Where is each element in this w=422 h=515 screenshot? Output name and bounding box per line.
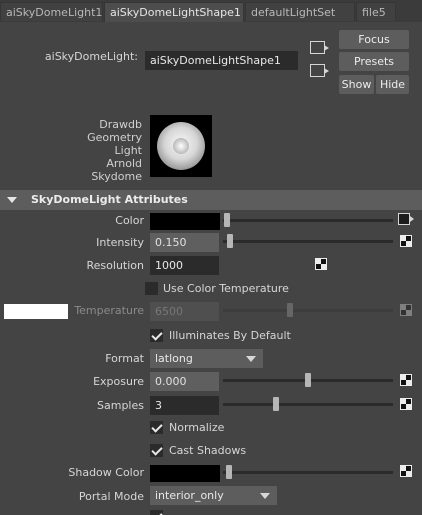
portal-mode-dropdown[interactable]: interior_only	[150, 486, 277, 505]
normalize-label: Normalize	[169, 421, 225, 434]
cast-shadows-checkbox[interactable]	[150, 444, 163, 457]
portal-mode-value: interior_only	[155, 489, 224, 502]
color-slider-handle[interactable]	[224, 213, 230, 227]
color-map-button[interactable]	[398, 213, 414, 225]
illuminates-by-default-checkbox[interactable]	[150, 329, 163, 342]
cast-shadows-label: Cast Shadows	[169, 444, 247, 457]
exposure-label: Exposure	[93, 375, 144, 388]
section-header[interactable]: SkyDomeLight Attributes	[0, 190, 422, 210]
color-swatch[interactable]	[150, 213, 220, 230]
samples-label: Samples	[97, 399, 144, 412]
shadow-color-slider-handle[interactable]	[226, 465, 232, 479]
samples-field[interactable]: 3	[150, 396, 219, 415]
node-name-field[interactable]: aiSkyDomeLightShape1	[145, 51, 298, 70]
exposure-map-button[interactable]	[400, 374, 412, 386]
collapse-arrow-icon	[7, 197, 17, 203]
classification-item: Geometry	[87, 131, 142, 144]
presets-button[interactable]: Presets	[339, 52, 409, 71]
resolution-label: Resolution	[86, 259, 144, 272]
intensity-slider-track[interactable]	[223, 240, 393, 243]
portal-mode-label: Portal Mode	[78, 490, 144, 503]
input-connection-icon[interactable]	[310, 41, 329, 54]
illuminates-by-default-label: Illuminates By Default	[169, 329, 291, 342]
tab-aiskydomelightshape1[interactable]: aiSkyDomeLightShape1	[104, 2, 244, 22]
temperature-field: 6500	[150, 302, 219, 321]
samples-map-button[interactable]	[400, 398, 412, 410]
intensity-field[interactable]: 0.150	[150, 233, 219, 252]
skydome-sphere-icon	[157, 122, 205, 170]
exposure-field[interactable]: 0.000	[150, 372, 219, 391]
node-type-label: aiSkyDomeLight:	[44, 50, 138, 63]
tab-file5[interactable]: file5	[356, 2, 396, 21]
classification-item: Drawdb	[99, 118, 142, 131]
normalize-checkbox[interactable]	[150, 421, 163, 434]
chevron-down-icon	[246, 356, 256, 362]
temperature-map-button	[400, 304, 412, 316]
chevron-down-icon	[260, 493, 270, 499]
focus-button[interactable]: Focus	[339, 30, 409, 49]
shadow-color-map-button[interactable]	[400, 465, 412, 477]
next-checkbox-partial[interactable]	[150, 510, 163, 515]
shadow-color-swatch[interactable]	[150, 465, 220, 482]
color-label: Color	[115, 214, 144, 227]
format-value: latlong	[155, 352, 193, 365]
temperature-slider-handle	[287, 303, 293, 317]
temperature-color-preview	[4, 304, 68, 319]
format-dropdown[interactable]: latlong	[150, 349, 263, 368]
exposure-slider-handle[interactable]	[305, 373, 311, 387]
format-label: Format	[105, 352, 144, 365]
tab-defaultlightset[interactable]: defaultLightSet	[245, 2, 355, 21]
intensity-label: Intensity	[96, 236, 144, 249]
node-swatch	[150, 115, 212, 177]
resolution-map-button[interactable]	[315, 258, 327, 270]
tab-aiskydomelight1[interactable]: aiSkyDomeLight1	[0, 2, 103, 21]
color-slider-track[interactable]	[223, 219, 393, 222]
shadow-color-label: Shadow Color	[68, 466, 144, 479]
section-title: SkyDomeLight Attributes	[31, 193, 188, 206]
use-color-temperature-label: Use Color Temperature	[163, 282, 289, 295]
temperature-slider-track	[223, 309, 393, 312]
shadow-color-slider-track[interactable]	[223, 471, 393, 474]
samples-slider-handle[interactable]	[273, 397, 279, 411]
classification-list: Drawdb Geometry Light Arnold Skydome	[70, 118, 142, 183]
intensity-slider-handle[interactable]	[227, 234, 233, 248]
tab-bar: aiSkyDomeLight1 aiSkyDomeLightShape1 def…	[0, 0, 422, 22]
hide-button[interactable]: Hide	[376, 75, 409, 94]
classification-item: Skydome	[91, 170, 142, 183]
use-color-temperature-checkbox[interactable]	[145, 282, 158, 295]
resolution-field[interactable]: 1000	[150, 256, 219, 275]
intensity-map-button[interactable]	[400, 235, 412, 247]
output-connection-icon[interactable]	[310, 64, 329, 77]
show-button[interactable]: Show	[339, 75, 374, 94]
classification-item: Arnold	[106, 157, 142, 170]
temperature-label: Temperature	[74, 304, 144, 317]
samples-slider-track[interactable]	[223, 403, 393, 406]
classification-item: Light	[114, 144, 142, 157]
